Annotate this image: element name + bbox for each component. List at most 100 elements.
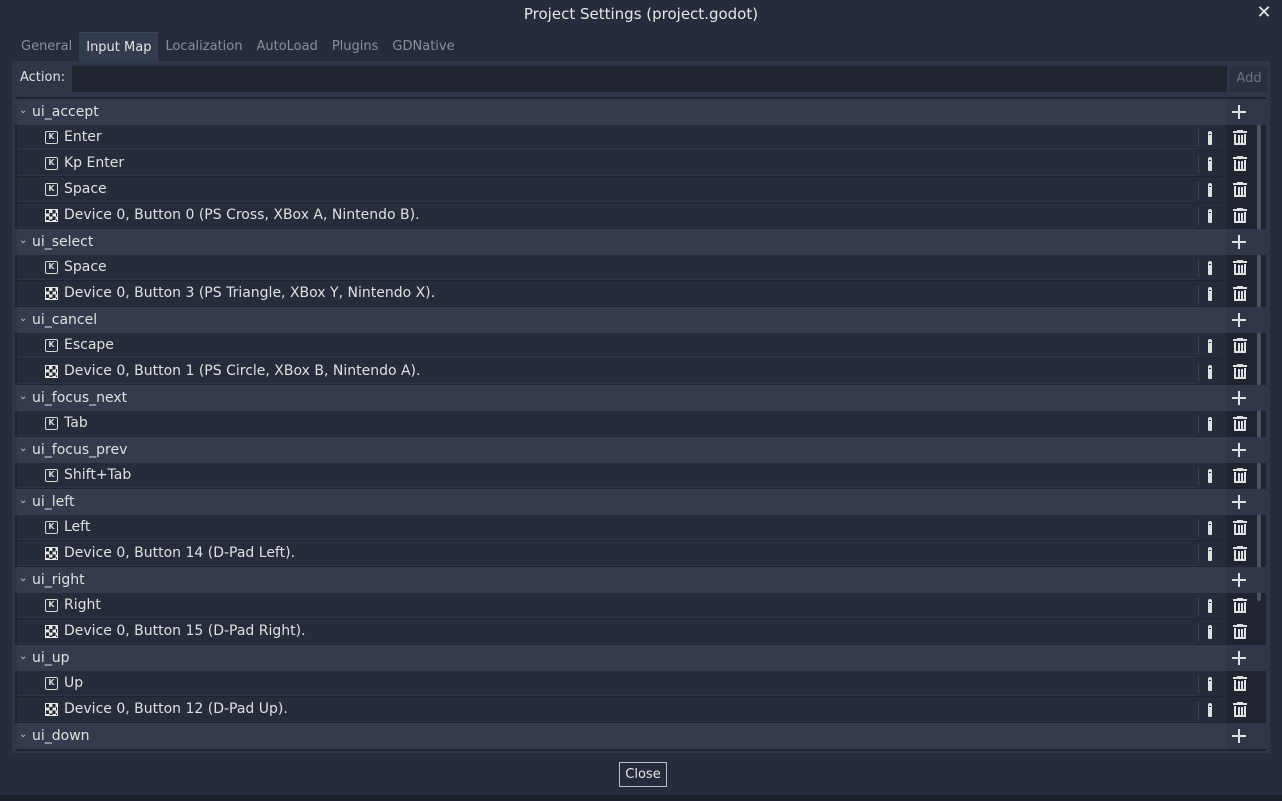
plus-icon[interactable] xyxy=(1229,440,1249,460)
action-row[interactable]: ⌄ ui_accept xyxy=(15,99,1266,125)
tab-autoload[interactable]: AutoLoad xyxy=(249,32,324,61)
trash-icon[interactable] xyxy=(1232,520,1248,536)
trash-icon[interactable] xyxy=(1232,416,1248,432)
action-row[interactable]: ⌄ ui_down xyxy=(15,723,1266,749)
edit-icon[interactable] xyxy=(1206,156,1214,172)
plus-icon[interactable] xyxy=(1229,492,1249,512)
plus-icon[interactable] xyxy=(1229,102,1249,122)
action-row[interactable]: ⌄ ui_select xyxy=(15,229,1266,255)
event-row[interactable]: K Right xyxy=(15,593,1266,619)
event-row-separator xyxy=(1198,181,1199,199)
edit-icon[interactable] xyxy=(1206,676,1214,692)
edit-icon[interactable] xyxy=(1206,260,1214,276)
chevron-down-icon[interactable]: ⌄ xyxy=(19,391,29,403)
tab-gdnative[interactable]: GDNative xyxy=(385,32,461,61)
action-row[interactable]: ⌄ ui_up xyxy=(15,645,1266,671)
event-row[interactable]: K Escape xyxy=(15,333,1266,359)
plus-icon[interactable] xyxy=(1229,388,1249,408)
edit-icon[interactable] xyxy=(1206,208,1214,224)
edit-icon[interactable] xyxy=(1206,702,1214,718)
edit-icon[interactable] xyxy=(1206,416,1214,432)
plus-icon[interactable] xyxy=(1229,232,1249,252)
event-label: Space xyxy=(64,259,107,275)
event-row[interactable]: Device 0, Button 12 (D-Pad Up). xyxy=(15,697,1266,723)
event-row[interactable]: K Left xyxy=(15,515,1266,541)
edit-icon[interactable] xyxy=(1206,520,1214,536)
input-map-tree[interactable]: ⌄ ui_accept K Enter K Kp Enter K Space Device 0,… xyxy=(15,97,1266,751)
edit-icon[interactable] xyxy=(1206,338,1214,354)
event-label: Escape xyxy=(64,337,114,353)
trash-icon[interactable] xyxy=(1232,598,1248,614)
action-row[interactable]: ⌄ ui_cancel xyxy=(15,307,1266,333)
tab-input-map[interactable]: Input Map xyxy=(79,32,159,61)
edit-icon[interactable] xyxy=(1206,624,1214,640)
chevron-down-icon[interactable]: ⌄ xyxy=(19,729,29,741)
edit-icon[interactable] xyxy=(1206,182,1214,198)
action-name: ui_left xyxy=(32,494,75,510)
joypad-icon xyxy=(45,365,58,378)
event-row[interactable]: Device 0, Button 15 (D-Pad Right). xyxy=(15,619,1266,645)
event-row[interactable]: K Tab xyxy=(15,411,1266,437)
action-name: ui_accept xyxy=(32,104,99,120)
event-row[interactable]: K Up xyxy=(15,671,1266,697)
trash-icon[interactable] xyxy=(1232,676,1248,692)
trash-icon[interactable] xyxy=(1232,702,1248,718)
joypad-icon xyxy=(45,287,58,300)
edit-icon[interactable] xyxy=(1206,364,1214,380)
event-row[interactable]: Device 0, Button 3 (PS Triangle, XBox Y,… xyxy=(15,281,1266,307)
event-row[interactable]: K Enter xyxy=(15,125,1266,151)
edit-icon[interactable] xyxy=(1206,598,1214,614)
tab-localization[interactable]: Localization xyxy=(158,32,249,61)
chevron-down-icon[interactable]: ⌄ xyxy=(19,105,29,117)
trash-icon[interactable] xyxy=(1232,624,1248,640)
action-name-input[interactable] xyxy=(72,66,1227,92)
tab-general[interactable]: General xyxy=(14,32,79,61)
action-row[interactable]: ⌄ ui_right xyxy=(15,567,1266,593)
event-row-separator xyxy=(1198,675,1199,693)
edit-icon[interactable] xyxy=(1206,546,1214,562)
plus-icon[interactable] xyxy=(1229,648,1249,668)
chevron-down-icon[interactable]: ⌄ xyxy=(19,573,29,585)
action-row[interactable]: ⌄ ui_focus_next xyxy=(15,385,1266,411)
chevron-down-icon[interactable]: ⌄ xyxy=(19,495,29,507)
event-row[interactable]: K Shift+Tab xyxy=(15,463,1266,489)
event-row[interactable]: K Space xyxy=(15,255,1266,281)
chevron-down-icon[interactable]: ⌄ xyxy=(19,235,29,247)
close-icon[interactable]: ✕ xyxy=(1254,2,1274,24)
event-label: Device 0, Button 15 (D-Pad Right). xyxy=(64,623,306,639)
trash-icon[interactable] xyxy=(1232,364,1248,380)
keyboard-icon: K xyxy=(45,469,58,482)
trash-icon[interactable] xyxy=(1232,260,1248,276)
edit-icon[interactable] xyxy=(1206,130,1214,146)
event-row[interactable]: K Space xyxy=(15,177,1266,203)
action-label: Action: xyxy=(20,70,66,85)
action-row[interactable]: ⌄ ui_focus_prev xyxy=(15,437,1266,463)
event-row[interactable]: Device 0, Button 0 (PS Cross, XBox A, Ni… xyxy=(15,203,1266,229)
trash-icon[interactable] xyxy=(1232,208,1248,224)
event-row[interactable]: K Kp Enter xyxy=(15,151,1266,177)
trash-icon[interactable] xyxy=(1232,338,1248,354)
tab-plugins[interactable]: Plugins xyxy=(325,32,386,61)
close-button[interactable]: Close xyxy=(619,762,667,787)
chevron-down-icon[interactable]: ⌄ xyxy=(19,651,29,663)
trash-icon[interactable] xyxy=(1232,182,1248,198)
add-action-button[interactable]: Add xyxy=(1230,66,1268,92)
window-title: Project Settings (project.godot) xyxy=(523,5,759,23)
trash-icon[interactable] xyxy=(1232,546,1248,562)
trash-icon[interactable] xyxy=(1232,286,1248,302)
chevron-down-icon[interactable]: ⌄ xyxy=(19,313,29,325)
trash-icon[interactable] xyxy=(1232,468,1248,484)
trash-icon[interactable] xyxy=(1232,130,1248,146)
plus-icon[interactable] xyxy=(1229,310,1249,330)
keyboard-icon: K xyxy=(45,677,58,690)
plus-icon[interactable] xyxy=(1229,570,1249,590)
plus-icon[interactable] xyxy=(1229,726,1249,746)
edit-icon[interactable] xyxy=(1206,286,1214,302)
chevron-down-icon[interactable]: ⌄ xyxy=(19,443,29,455)
trash-icon[interactable] xyxy=(1232,156,1248,172)
event-row[interactable]: Device 0, Button 14 (D-Pad Left). xyxy=(15,541,1266,567)
event-row-separator xyxy=(1198,623,1199,641)
event-row[interactable]: Device 0, Button 1 (PS Circle, XBox B, N… xyxy=(15,359,1266,385)
edit-icon[interactable] xyxy=(1206,468,1214,484)
action-row[interactable]: ⌄ ui_left xyxy=(15,489,1266,515)
